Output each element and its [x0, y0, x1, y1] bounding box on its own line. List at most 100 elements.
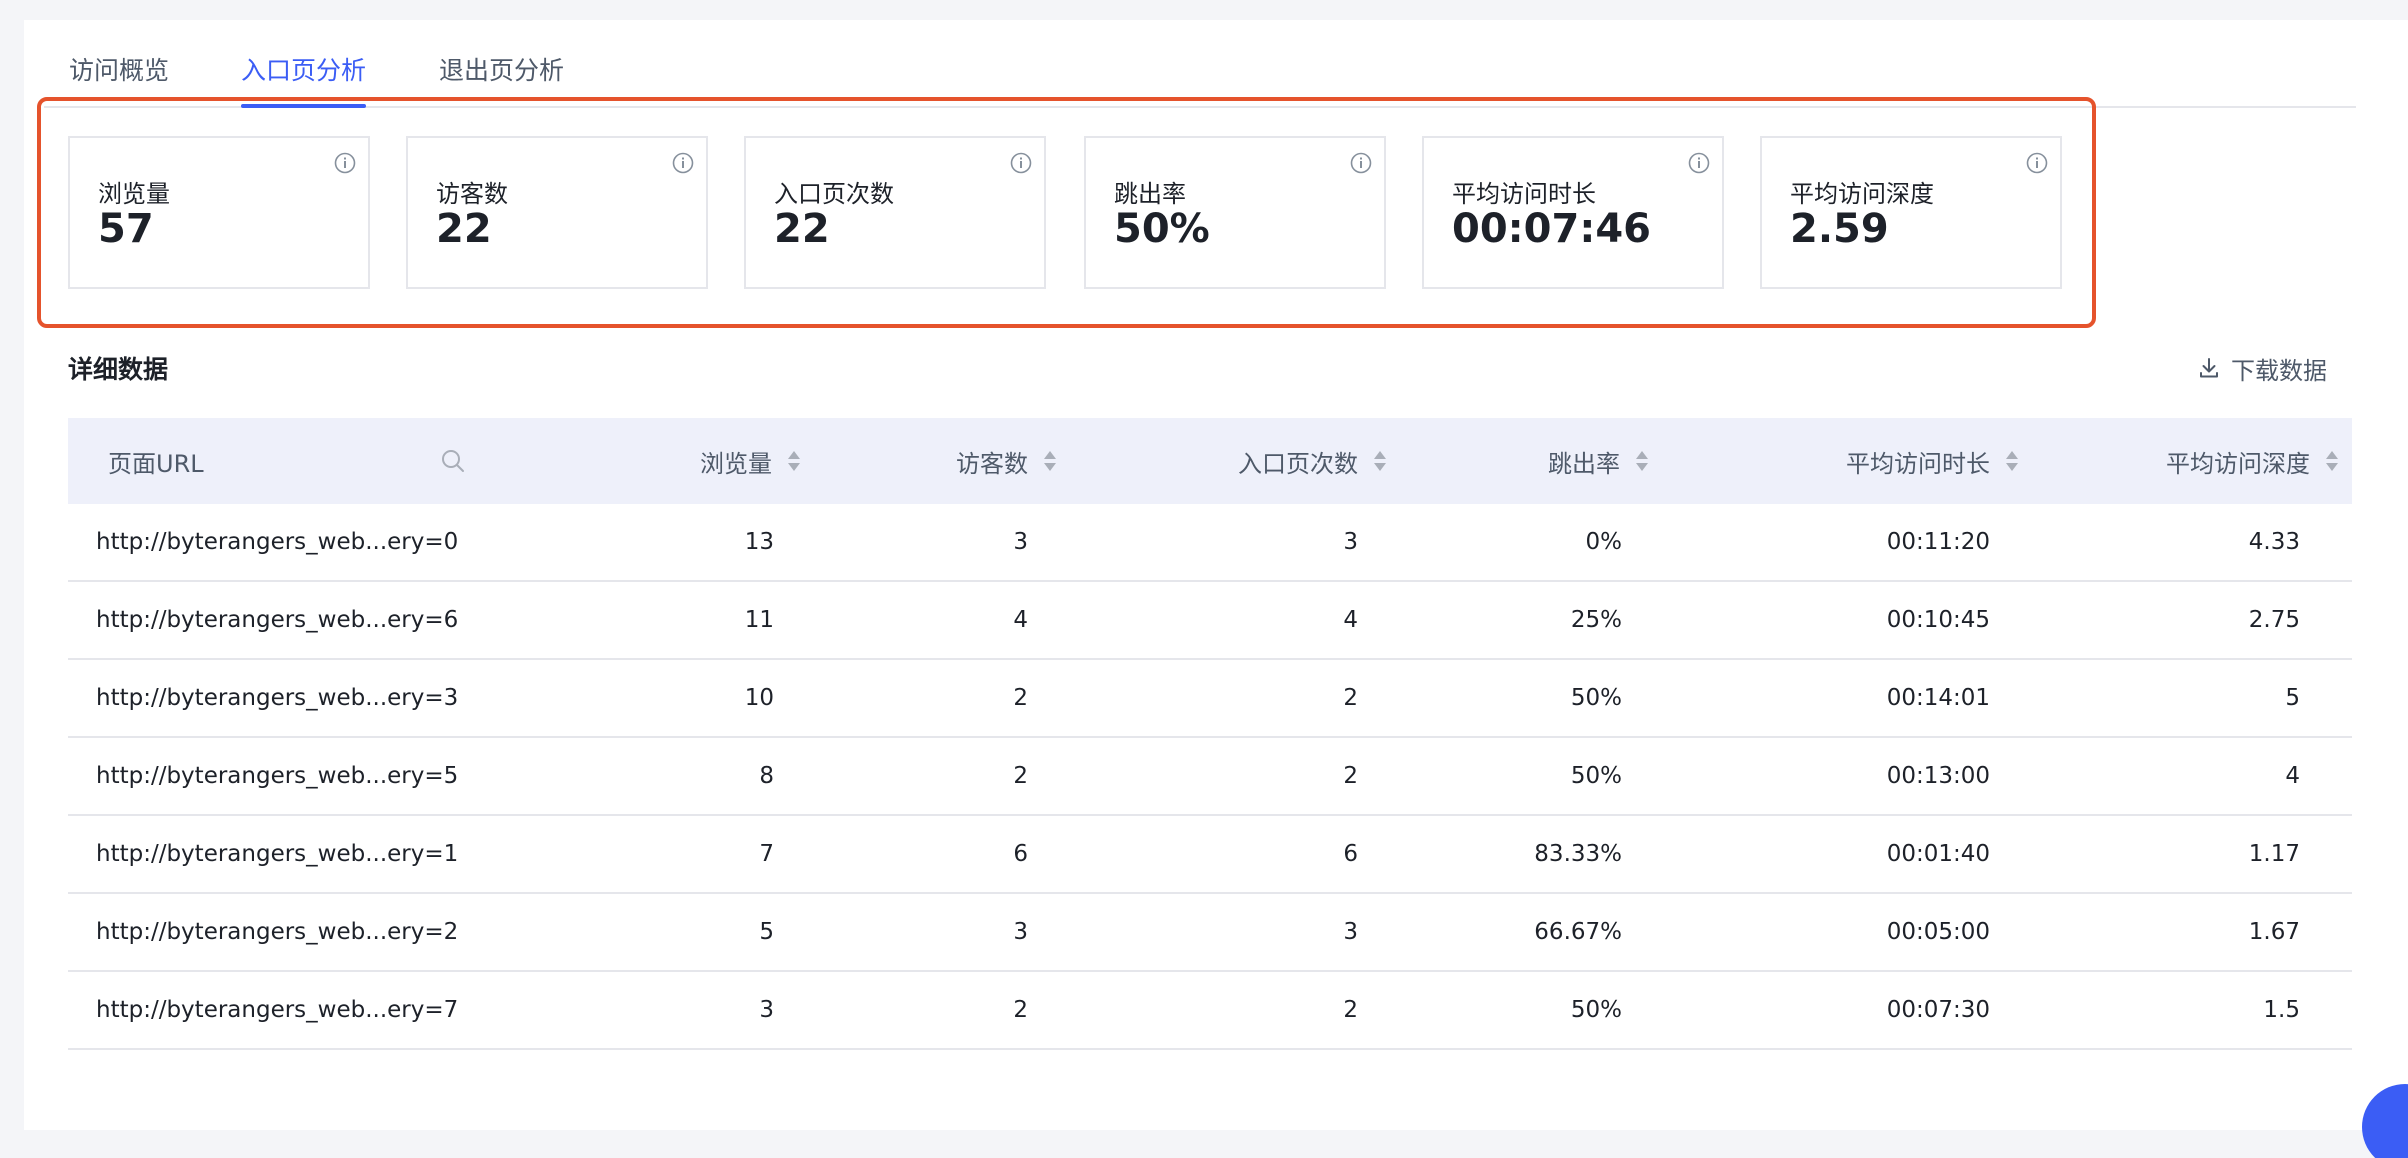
column-header-visitors[interactable]: 访客数	[802, 418, 1058, 504]
table-row: http://byterangers_web...ery=5 8 2 2 50%…	[68, 738, 2352, 816]
metric-label: 平均访问时长	[1452, 180, 1596, 208]
cell-avg-depth: 1.5	[2263, 997, 2300, 1023]
metric-value: 22	[436, 206, 492, 252]
metric-value: 50%	[1114, 206, 1210, 252]
cell-visitors: 3	[1013, 919, 1028, 945]
cell-avg-depth: 4	[2285, 763, 2300, 789]
cell-avg-depth: 1.67	[2248, 919, 2300, 945]
sort-icon[interactable]	[1042, 448, 1058, 474]
cell-pageviews: 5	[759, 919, 774, 945]
column-header-entry-count[interactable]: 入口页次数	[1058, 418, 1388, 504]
cell-avg-duration: 00:14:01	[1886, 685, 1990, 711]
cell-entry-count: 4	[1343, 607, 1358, 633]
cell-url[interactable]: http://byterangers_web...ery=3	[96, 660, 458, 736]
cell-pageviews: 11	[744, 607, 774, 633]
metric-value: 57	[98, 206, 154, 252]
cell-avg-duration: 00:01:40	[1886, 841, 1990, 867]
cell-entry-count: 3	[1343, 919, 1358, 945]
info-icon[interactable]	[334, 152, 356, 174]
cell-visitors: 2	[1013, 685, 1028, 711]
metric-label: 入口页次数	[774, 180, 894, 208]
cell-entry-count: 2	[1343, 763, 1358, 789]
cell-avg-depth: 2.75	[2248, 607, 2300, 633]
cell-avg-duration: 00:13:00	[1886, 763, 1990, 789]
metric-label: 访客数	[436, 180, 508, 208]
cell-bounce-rate: 0%	[1585, 529, 1623, 555]
cell-pageviews: 8	[759, 763, 774, 789]
column-header-avg-depth[interactable]: 平均访问深度	[2020, 418, 2340, 504]
download-label: 下载数据	[2231, 356, 2327, 385]
download-icon	[2200, 358, 2218, 378]
info-icon[interactable]	[672, 152, 694, 174]
table-row: http://byterangers_web...ery=0 13 3 3 0%…	[68, 504, 2352, 582]
sort-icon[interactable]	[2004, 448, 2020, 474]
metric-card-avg-depth: 平均访问深度 2.59	[1760, 136, 2062, 289]
metric-value: 00:07:46	[1452, 206, 1651, 252]
cell-bounce-rate: 83.33%	[1534, 841, 1622, 867]
search-icon[interactable]	[440, 448, 466, 474]
info-icon[interactable]	[1350, 152, 1372, 174]
table-row: http://byterangers_web...ery=6 11 4 4 25…	[68, 582, 2352, 660]
sort-icon[interactable]	[1634, 448, 1650, 474]
cell-url[interactable]: http://byterangers_web...ery=7	[96, 972, 458, 1048]
metric-card-avg-duration: 平均访问时长 00:07:46	[1422, 136, 1724, 289]
details-title: 详细数据	[68, 355, 169, 384]
table-row: http://byterangers_web...ery=1 7 6 6 83.…	[68, 816, 2352, 894]
info-icon[interactable]	[1010, 152, 1032, 174]
cell-url[interactable]: http://byterangers_web...ery=5	[96, 738, 458, 814]
cell-url[interactable]: http://byterangers_web...ery=2	[96, 894, 458, 970]
cell-avg-duration: 00:07:30	[1886, 997, 1990, 1023]
cell-avg-duration: 00:05:00	[1886, 919, 1990, 945]
table-row: http://byterangers_web...ery=7 3 2 2 50%…	[68, 972, 2352, 1050]
metric-card-bounce-rate: 跳出率 50%	[1084, 136, 1386, 289]
cell-pageviews: 10	[744, 685, 774, 711]
column-header-avg-duration[interactable]: 平均访问时长	[1650, 418, 2020, 504]
cell-visitors: 4	[1013, 607, 1028, 633]
cell-pageviews: 13	[744, 529, 774, 555]
column-header-pageviews[interactable]: 浏览量	[468, 418, 802, 504]
cell-bounce-rate: 25%	[1570, 607, 1622, 633]
cell-bounce-rate: 50%	[1570, 763, 1622, 789]
cell-entry-count: 2	[1343, 685, 1358, 711]
metric-card-visitors: 访客数 22	[406, 136, 708, 289]
sort-icon[interactable]	[1372, 448, 1388, 474]
cell-visitors: 3	[1013, 529, 1028, 555]
cell-avg-duration: 00:11:20	[1886, 529, 1990, 555]
cell-bounce-rate: 66.67%	[1534, 919, 1622, 945]
cell-url[interactable]: http://byterangers_web...ery=6	[96, 582, 458, 658]
cell-pageviews: 7	[759, 841, 774, 867]
column-header-bounce-rate[interactable]: 跳出率	[1388, 418, 1650, 504]
table-row: http://byterangers_web...ery=3 10 2 2 50…	[68, 660, 2352, 738]
cell-avg-depth: 4.33	[2248, 529, 2300, 555]
metric-label: 平均访问深度	[1790, 180, 1934, 208]
cell-avg-duration: 00:10:45	[1886, 607, 1990, 633]
cell-entry-count: 3	[1343, 529, 1358, 555]
sort-icon[interactable]	[786, 448, 802, 474]
metric-card-pageviews: 浏览量 57	[68, 136, 370, 289]
cell-entry-count: 6	[1343, 841, 1358, 867]
details-table: 页面URL 浏览量 访客数 入口页次数 跳出率 平均访问时长 平均访问深度 ht…	[68, 418, 2352, 1050]
cell-visitors: 2	[1013, 763, 1028, 789]
table-row: http://byterangers_web...ery=2 5 3 3 66.…	[68, 894, 2352, 972]
metric-label: 跳出率	[1114, 180, 1186, 208]
cell-avg-depth: 1.17	[2248, 841, 2300, 867]
cell-visitors: 2	[1013, 997, 1028, 1023]
info-icon[interactable]	[1688, 152, 1710, 174]
cell-url[interactable]: http://byterangers_web...ery=0	[96, 504, 458, 580]
cell-entry-count: 2	[1343, 997, 1358, 1023]
download-data-button[interactable]: 下载数据	[2197, 352, 2327, 385]
cell-url[interactable]: http://byterangers_web...ery=1	[96, 816, 458, 892]
info-icon[interactable]	[2026, 152, 2048, 174]
column-header-url: 页面URL	[108, 449, 204, 478]
floating-help-button[interactable]	[2362, 1084, 2408, 1158]
cell-visitors: 6	[1013, 841, 1028, 867]
cell-bounce-rate: 50%	[1570, 685, 1622, 711]
sort-icon[interactable]	[2324, 448, 2340, 474]
cell-avg-depth: 5	[2285, 685, 2300, 711]
cell-bounce-rate: 50%	[1570, 997, 1622, 1023]
metric-label: 浏览量	[98, 180, 170, 208]
metric-card-entry-count: 入口页次数 22	[744, 136, 1046, 289]
metric-value: 22	[774, 206, 830, 252]
cell-pageviews: 3	[759, 997, 774, 1023]
metric-value: 2.59	[1790, 206, 1889, 252]
